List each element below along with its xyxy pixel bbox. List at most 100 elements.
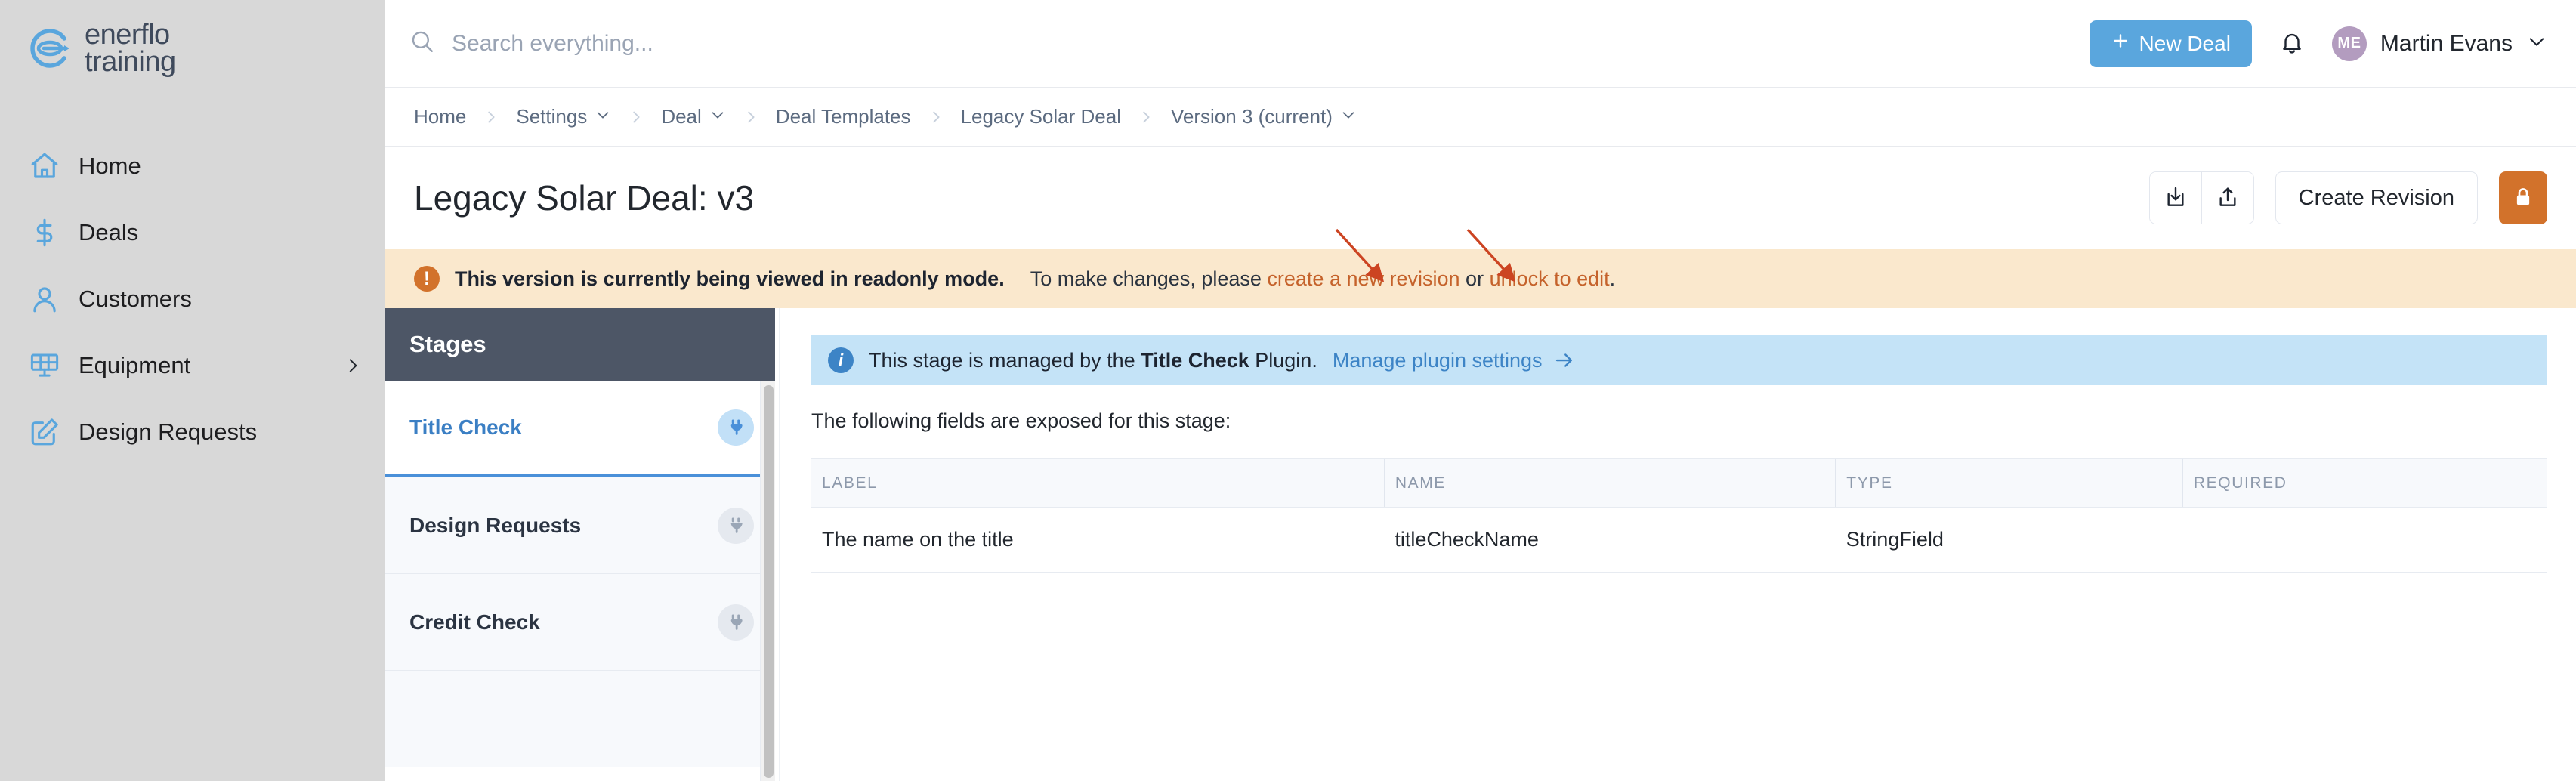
plugin-info-banner: i This stage is managed by the Title Che… [811,335,2547,385]
table-header-row: LABEL NAME TYPE REQUIRED [811,458,2547,508]
body-split: Stages Title Check Design Requests Credi… [385,308,2576,781]
plugin-info-text: This stage is managed by the Title Check… [869,349,1317,372]
column-header-type[interactable]: TYPE [1835,458,2183,508]
chevron-right-icon [928,109,944,125]
notifications-button[interactable] [2279,29,2305,57]
stage-label: Title Check [409,415,522,439]
stage-row-credit-check[interactable]: Credit Check [385,574,775,671]
chevron-right-icon[interactable] [343,356,363,375]
chevron-right-icon [628,109,644,125]
exposed-fields-table: LABEL NAME TYPE REQUIRED The name on the… [811,458,2547,573]
brand-line-1: enerflo [85,19,170,51]
info-circle-icon: i [828,347,854,373]
stages-scrollbar[interactable] [760,381,775,781]
cell-required [2182,507,2547,573]
breadcrumb-label: Settings [516,105,588,128]
page-header: Legacy Solar Deal: v3 Create Revision [385,147,2576,282]
stage-row-design-requests[interactable]: Design Requests [385,477,775,574]
sidebar-item-deals[interactable]: Deals [0,199,385,266]
sidebar-item-label: Home [79,153,141,180]
sidebar-item-design-requests[interactable]: Design Requests [0,399,385,465]
breadcrumb-label: Legacy Solar Deal [960,105,1121,128]
unlock-button[interactable] [2499,171,2547,224]
breadcrumb-item-deal[interactable]: Deal [661,105,725,128]
manage-plugin-settings-link[interactable]: Manage plugin settings [1333,349,1543,372]
plus-icon [2111,31,2130,56]
new-deal-button[interactable]: New Deal [2089,20,2252,67]
plug-icon [718,409,754,446]
stages-panel-title: Stages [385,308,775,381]
unlock-to-edit-link[interactable]: unlock to edit [1490,267,1610,290]
plugin-name: Title Check [1141,348,1249,372]
solar-panel-icon [27,348,62,383]
create-revision-button[interactable]: Create Revision [2275,171,2478,224]
sidebar-item-label: Design Requests [79,418,258,446]
stage-row-next[interactable] [385,671,775,767]
chevron-down-icon[interactable] [595,106,611,127]
sidebar-item-home[interactable]: Home [0,133,385,199]
top-bar-right: New Deal ME Martin Evans [2089,20,2547,67]
table-row[interactable]: The name on the title titleCheckName Str… [811,507,2547,573]
sidebar-item-customers[interactable]: Customers [0,266,385,332]
new-deal-label: New Deal [2139,31,2231,55]
cell-name: titleCheckName [1384,507,1836,573]
breadcrumb-item-settings[interactable]: Settings [516,105,611,128]
chevron-down-icon [2526,31,2547,56]
create-a-new-revision-link[interactable]: create a new revision [1267,267,1459,290]
search-icon [409,29,435,58]
breadcrumb-item-legacy-solar-deal[interactable]: Legacy Solar Deal [961,105,1121,128]
breadcrumb-item-deal-templates[interactable]: Deal Templates [776,105,911,128]
chevron-right-icon [1138,109,1154,125]
stage-detail-content: i This stage is managed by the Title Che… [780,308,2576,781]
sidebar-item-label: Customers [79,286,192,313]
plug-icon [718,507,754,544]
download-button[interactable] [2149,172,2201,224]
stages-scrollbar-thumb[interactable] [764,385,774,778]
arrow-right-icon[interactable] [1553,349,1576,372]
breadcrumb-label: Deal Templates [775,105,911,128]
brand-logo[interactable]: enerflo training [0,0,385,76]
column-header-name[interactable]: NAME [1383,458,1836,508]
main-column: Search everything... New Deal ME Martin … [385,0,2576,781]
upload-button[interactable] [2201,172,2253,224]
breadcrumb-item-version[interactable]: Version 3 (current) [1171,105,1357,128]
top-bar: Search everything... New Deal ME Martin … [385,0,2576,88]
chevron-down-icon[interactable] [709,106,726,127]
download-icon [2164,185,2188,211]
sidebar-item-equipment[interactable]: Equipment [0,332,385,399]
search-input[interactable]: Search everything... [409,29,2090,58]
exposed-fields-note: The following fields are exposed for thi… [811,409,1231,432]
plug-icon [718,604,754,641]
breadcrumb-item-home[interactable]: Home [414,105,466,128]
sidebar-item-label: Equipment [79,352,191,379]
user-name: Martin Evans [2380,30,2513,56]
column-header-required[interactable]: REQUIRED [2182,458,2547,508]
brand-line-2: training [85,46,176,79]
breadcrumb: Home Settings Deal Deal Templates Legacy… [385,88,2576,147]
user-menu[interactable]: ME Martin Evans [2331,26,2547,61]
avatar: ME [2331,26,2367,61]
search-placeholder: Search everything... [452,30,653,56]
import-export-group [2148,171,2254,224]
stage-label: Design Requests [409,513,582,537]
chevron-right-icon [483,109,499,125]
upload-icon [2216,185,2240,211]
breadcrumb-label: Version 3 (current) [1171,105,1333,128]
column-header-label[interactable]: LABEL [811,458,1385,508]
cell-label: The name on the title [811,507,1385,573]
stage-label: Credit Check [409,610,540,634]
app-root: enerflo training Home Deals Customers Eq… [0,0,2576,781]
left-sidebar: enerflo training Home Deals Customers Eq… [0,0,385,781]
chevron-right-icon [743,109,759,125]
person-icon [27,282,62,316]
breadcrumb-label: Deal [661,105,702,128]
stage-row-title-check[interactable]: Title Check [385,381,775,477]
pencil-square-icon [27,415,62,449]
dollar-icon [27,215,62,250]
lock-icon [2512,186,2534,211]
chevron-down-icon[interactable] [1340,106,1357,127]
sidebar-item-label: Deals [79,219,139,246]
bell-icon [2279,29,2305,57]
exclamation-circle-icon: ! [414,266,440,292]
warning-middle: or [1459,267,1490,290]
